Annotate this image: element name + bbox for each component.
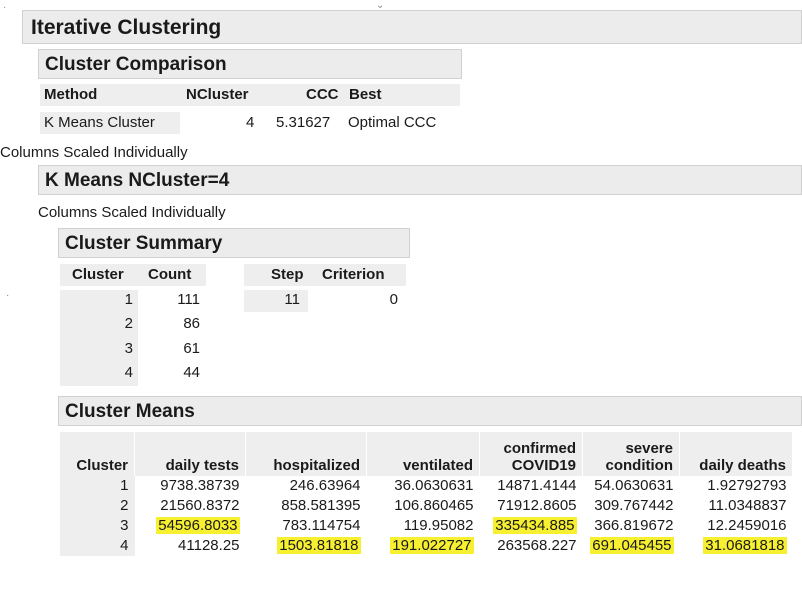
severe-value: 366.819672 xyxy=(594,517,674,534)
ncluster-value: 4 xyxy=(246,114,255,131)
col-hospitalized: hospitalized xyxy=(245,432,367,476)
scaling-note: Columns Scaled Individually xyxy=(38,204,226,221)
summary-count: 111 xyxy=(177,291,200,308)
hospitalized-value: 1503.81818 xyxy=(246,536,367,556)
col-criterion: Criterion xyxy=(322,266,385,283)
ventilated-value: 106.860465 xyxy=(394,497,474,514)
hospitalized-value: 246.63964 xyxy=(289,477,361,494)
table-row: 4 41128.25 1503.81818 191.022727 263568.… xyxy=(60,536,793,556)
confirmed-value: 263568.227 xyxy=(497,537,577,554)
deaths-value: 31.0681818 xyxy=(680,536,793,556)
col-best: Best xyxy=(349,86,382,103)
confirmed-value: 335434.885 xyxy=(480,516,583,536)
kmeans-title: K Means NCluster=4 xyxy=(45,170,230,191)
summary-cluster-id: 4 xyxy=(124,364,133,381)
ventilated-value: 119.95082 xyxy=(403,517,474,534)
best-value: Optimal CCC xyxy=(348,114,437,131)
col-cluster: Cluster xyxy=(60,432,135,476)
cluster-id: 3 xyxy=(60,516,135,536)
table-row: 2 21560.8372 858.581395 106.860465 71912… xyxy=(60,496,793,516)
table-row: 3 54596.8033 783.114754 119.95082 335434… xyxy=(60,516,793,536)
col-ncluster: NCluster xyxy=(186,86,249,103)
method-value: K Means Cluster xyxy=(44,114,155,131)
scaling-note: Columns Scaled Individually xyxy=(0,144,188,161)
criterion-value: 0 xyxy=(389,291,398,308)
hospitalized-value: 858.581395 xyxy=(281,497,361,514)
highlight-mark: 335434.885 xyxy=(493,517,577,534)
cluster-summary-title: Cluster Summary xyxy=(65,233,223,254)
col-step: Step xyxy=(271,266,304,283)
deaths-value: 1.92792793 xyxy=(707,477,787,494)
step-value: 11 xyxy=(284,291,300,308)
cluster-id: 1 xyxy=(60,476,135,496)
highlight-mark: 1503.81818 xyxy=(277,537,361,554)
comparison-header-row xyxy=(40,84,460,106)
cluster-means-header[interactable]: Cluster Means xyxy=(58,396,802,426)
daily-tests-value: 21560.8372 xyxy=(160,497,240,514)
highlight-mark: 54596.8033 xyxy=(156,517,240,534)
col-daily-deaths: daily deaths xyxy=(679,432,793,476)
col-ccc: CCC xyxy=(306,86,339,103)
daily-tests-value: 41128.25 xyxy=(178,537,240,554)
report-title-text: Iterative Clustering xyxy=(31,16,222,39)
daily-tests-value: 54596.8033 xyxy=(135,516,246,536)
kmeans-header[interactable]: K Means NCluster=4 xyxy=(38,165,802,195)
edge-mark: · xyxy=(6,290,10,301)
confirmed-value: 71912.8605 xyxy=(497,497,577,514)
col-method: Method xyxy=(44,86,98,103)
ccc-value: 5.31627 xyxy=(276,114,331,131)
table-row: 1 9738.38739 246.63964 36.0630631 14871.… xyxy=(60,476,793,496)
summary-count: 44 xyxy=(183,364,200,381)
summary-cluster-id: 1 xyxy=(124,291,133,308)
cluster-comparison-title: Cluster Comparison xyxy=(45,54,227,75)
highlight-mark: 691.045455 xyxy=(590,537,674,554)
edge-mark: · xyxy=(3,2,7,13)
col-ventilated: ventilated xyxy=(366,432,480,476)
cluster-means-table: Cluster daily tests hospitalized ventila… xyxy=(60,432,793,556)
severe-value: 54.0630631 xyxy=(594,477,674,494)
col-confirmed-covid19: confirmed COVID19 xyxy=(479,432,583,476)
severe-value: 691.045455 xyxy=(583,536,680,556)
daily-tests-value: 9738.38739 xyxy=(160,477,240,494)
col-count: Count xyxy=(148,266,192,283)
cluster-comparison-header[interactable]: Cluster Comparison xyxy=(38,49,462,79)
cluster-means-title: Cluster Means xyxy=(65,401,195,422)
summary-cluster-id: 3 xyxy=(124,340,133,357)
hospitalized-value: 783.114754 xyxy=(282,517,361,534)
cluster-summary-header[interactable]: Cluster Summary xyxy=(58,228,410,258)
ventilated-value: 36.0630631 xyxy=(394,477,474,494)
report-title[interactable]: Iterative Clustering xyxy=(22,10,802,44)
col-cluster: Cluster xyxy=(72,266,124,283)
summary-cluster-id: 2 xyxy=(124,315,133,332)
cluster-id: 4 xyxy=(60,536,135,556)
deaths-value: 11.0348837 xyxy=(708,497,787,514)
summary-count: 86 xyxy=(183,315,200,332)
confirmed-value: 14871.4144 xyxy=(497,477,577,494)
highlight-mark: 31.0681818 xyxy=(703,537,787,554)
highlight-mark: 191.022727 xyxy=(390,537,474,554)
ventilated-value: 191.022727 xyxy=(367,536,480,556)
deaths-value: 12.2459016 xyxy=(707,517,787,534)
table-header-row: Cluster daily tests hospitalized ventila… xyxy=(60,432,793,476)
cluster-id: 2 xyxy=(60,496,135,516)
col-daily-tests: daily tests xyxy=(134,432,246,476)
col-severe-condition: severe condition xyxy=(582,432,680,476)
severe-value: 309.767442 xyxy=(594,497,674,514)
summary-count: 61 xyxy=(183,340,200,357)
